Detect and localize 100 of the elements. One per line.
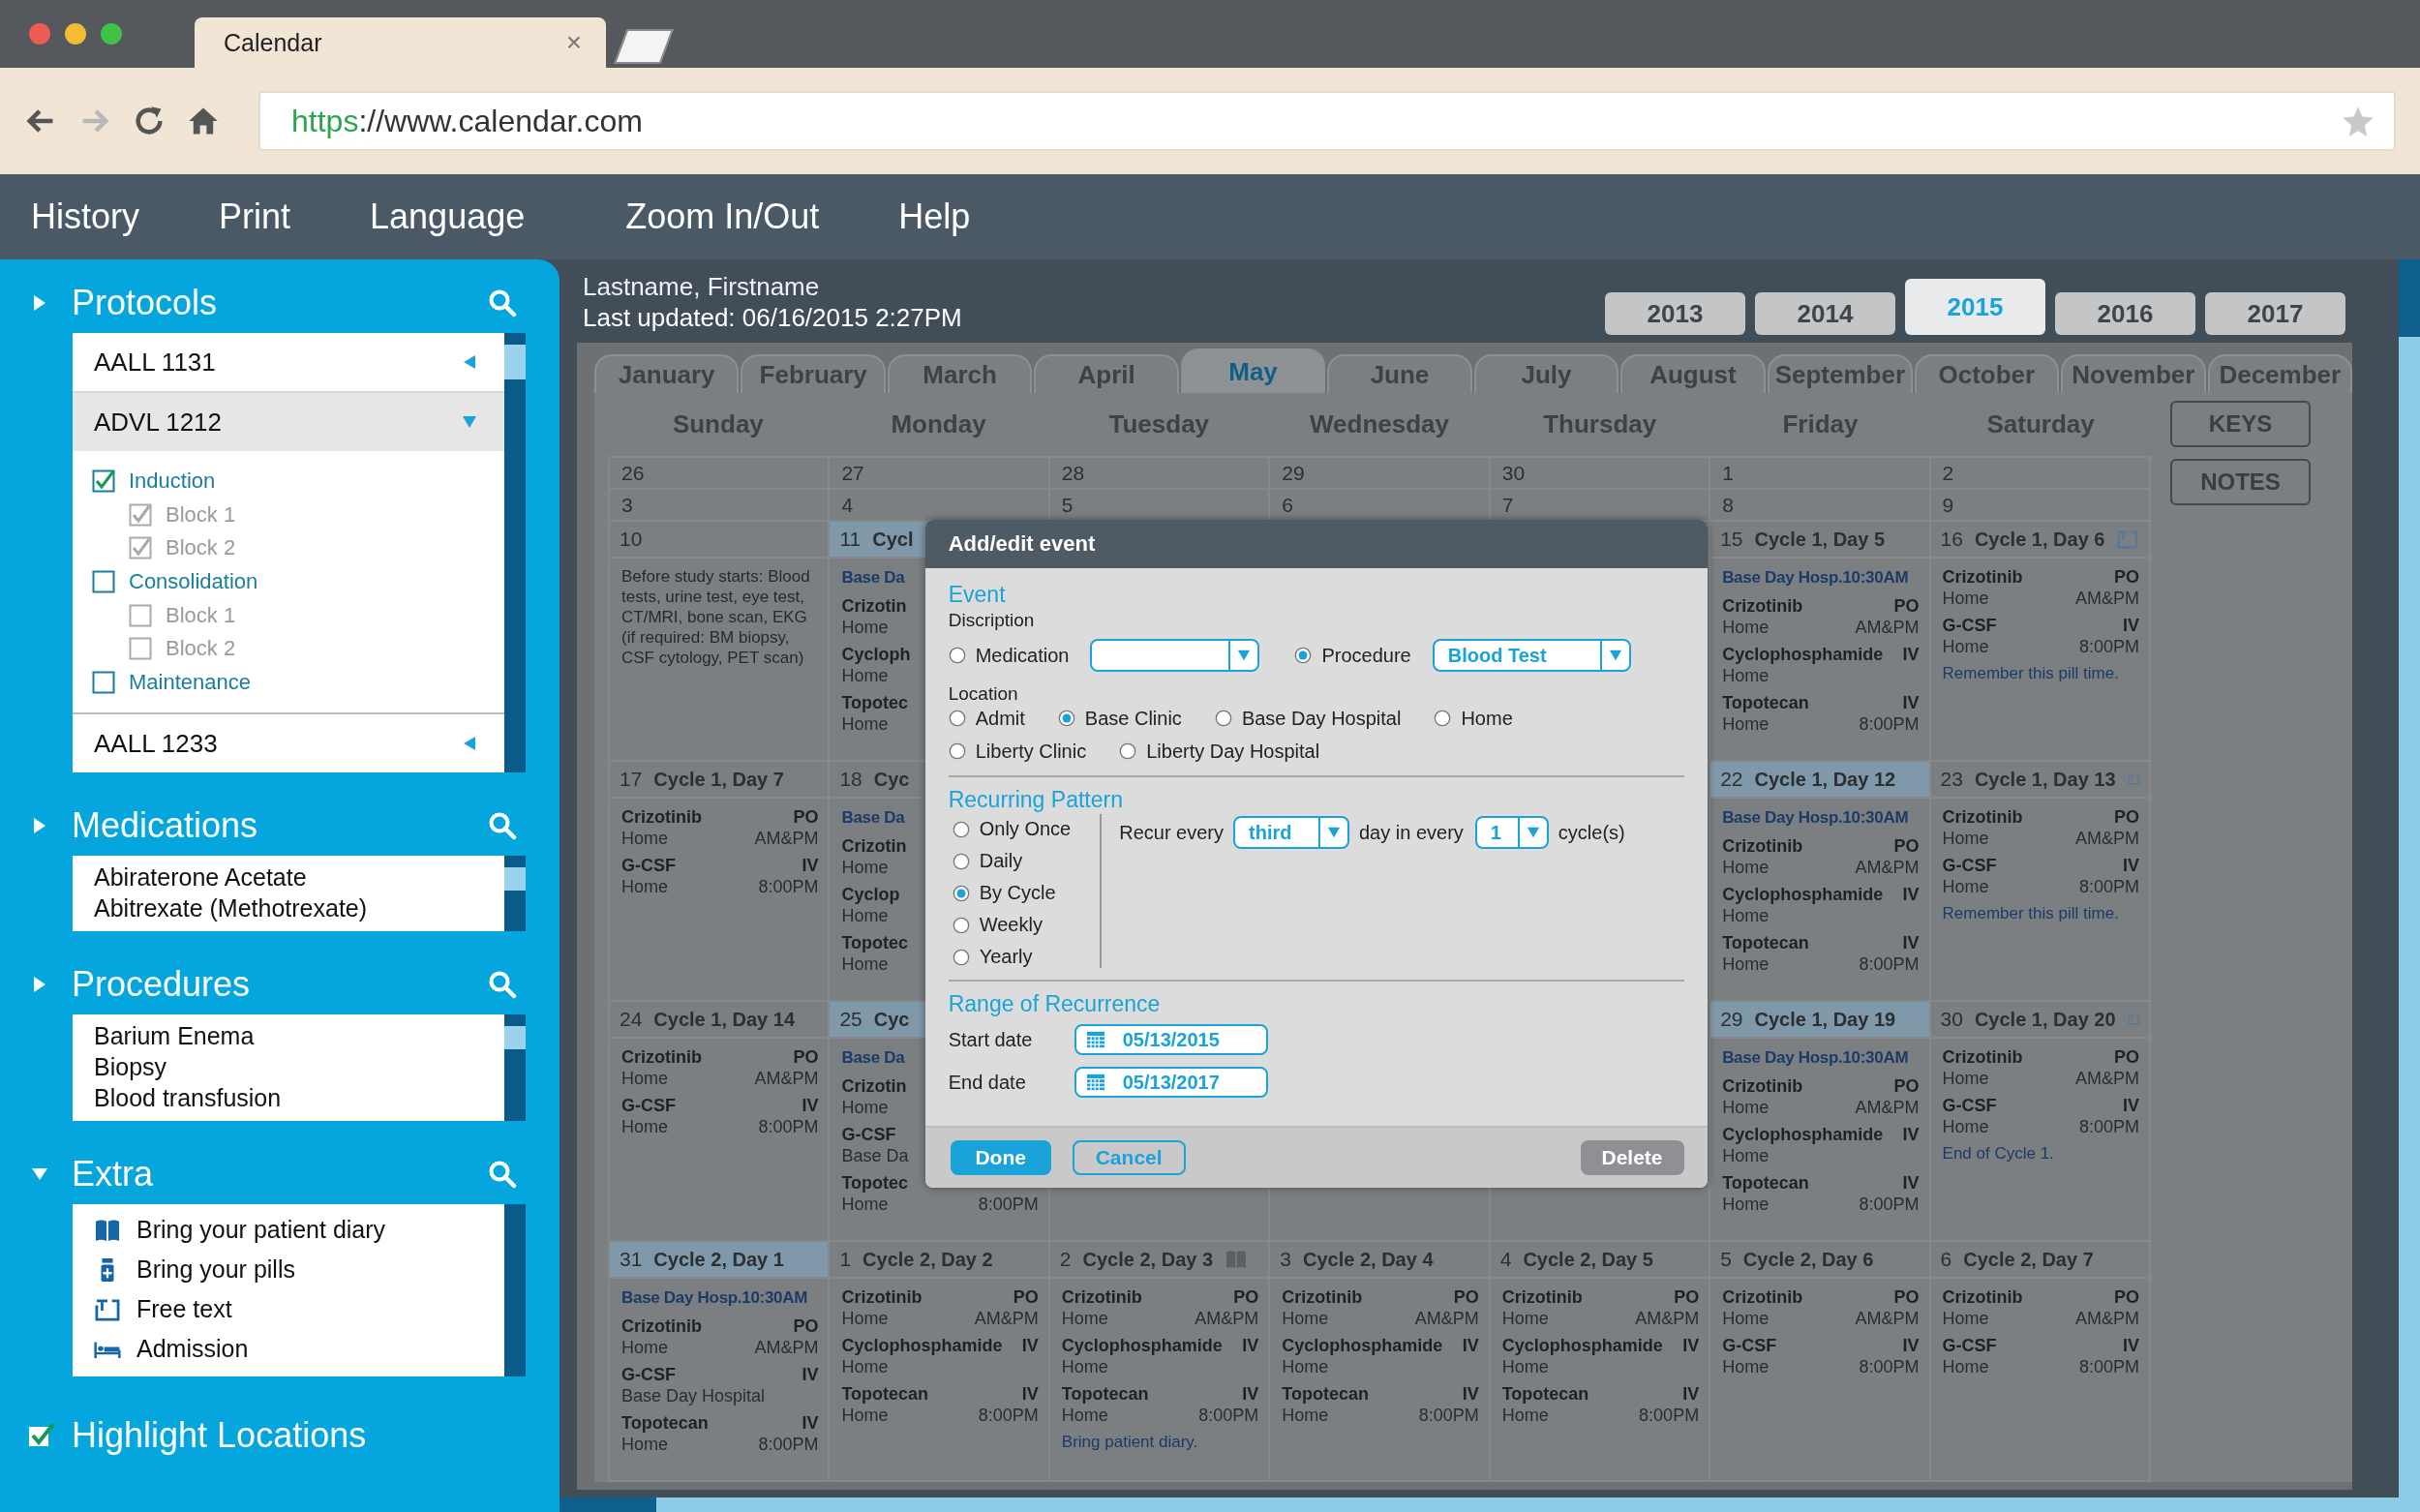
drug-name: G-CSF (1942, 855, 1997, 876)
reminder-text: Bring patient diary. (1061, 1432, 1198, 1453)
date-number: 8 (1722, 493, 1735, 517)
date-number: 6 (1282, 493, 1294, 517)
drug-name: Crizotinib (1722, 1075, 1803, 1097)
drug-name: Cycloph (841, 644, 911, 665)
field-label: Discription (948, 609, 1036, 632)
option-label: Only Once (979, 818, 1072, 840)
option-label: Procedure (1321, 644, 1411, 667)
drug-route: IV (1242, 1383, 1259, 1405)
drug-place: Home (1942, 828, 1989, 849)
option-label: Weekly (979, 914, 1043, 936)
drug-time: AM&PM (754, 1337, 819, 1358)
cycle-label: Cycl (872, 528, 914, 551)
drug-route: IV (802, 855, 819, 876)
drug-place: Home (1501, 1356, 1549, 1377)
drug-route: IV (1242, 1335, 1259, 1356)
drug-place: Home (1942, 1116, 1989, 1137)
date-number: 26 (621, 461, 646, 485)
drug-place: Home (1722, 1097, 1770, 1118)
section-heading: Range of Recurrence (948, 990, 1162, 1018)
appointment-text: Base Day Hosp.10:30AM (1722, 807, 1909, 829)
drug-route: PO (1233, 1286, 1259, 1308)
drug-place: Home (841, 713, 889, 735)
tab-title: Calendar (224, 28, 322, 57)
drug-route: IV (1902, 692, 1920, 713)
drug-place: Home (621, 1116, 668, 1137)
drug-name: Crizotin (841, 835, 907, 857)
date-number: 25 (839, 1008, 862, 1031)
date-number: 5 (1061, 493, 1074, 517)
weekday-label: Saturday (1985, 409, 2096, 439)
drug-route: PO (1893, 595, 1920, 617)
drug-time: 8:00PM (1859, 953, 1920, 975)
section-title: Procedures (72, 964, 252, 1005)
drug-place: Home (1942, 876, 1989, 897)
drug-name: Cyclophosphamide (1061, 1335, 1223, 1356)
cycle-label: Cycle 1, Day 12 (1754, 768, 1896, 791)
drug-name: Cyclophosphamide (1501, 1335, 1663, 1356)
drug-place: Home (1942, 1356, 1989, 1377)
drug-time: 8:00PM (2078, 636, 2139, 657)
drug-time: 8:00PM (2078, 876, 2139, 897)
drug-time: 8:00PM (1198, 1405, 1259, 1426)
appointment-text: Base Day Hosp.10:30AM (1722, 567, 1909, 589)
drug-time: 8:00PM (758, 1434, 819, 1455)
drug-place: Home (1501, 1308, 1549, 1329)
drug-place: Home (841, 905, 889, 926)
date-number: 15 (1720, 528, 1743, 551)
reminder-text: Remember this pill time. (1942, 663, 2119, 684)
date-number: 18 (839, 768, 862, 791)
drug-route: IV (2123, 1095, 2139, 1116)
drug-route: IV (2123, 1335, 2139, 1356)
drug-route: IV (802, 1412, 819, 1434)
drug-place: Home (1282, 1405, 1329, 1426)
date-number: 3 (621, 493, 634, 517)
drug-route: PO (2114, 1046, 2139, 1068)
phase-label: Induction (129, 469, 216, 494)
drug-time: AM&PM (1635, 1308, 1700, 1329)
drug-route: PO (1893, 1075, 1920, 1097)
drug-place: Home (1722, 1356, 1770, 1377)
drug-route: IV (1462, 1335, 1479, 1356)
cycle-label: Cycle 1, Day 14 (653, 1008, 795, 1031)
reminder-text: End of Cycle 1. (1942, 1143, 2054, 1164)
drug-place: Home (1061, 1356, 1108, 1377)
drug-place: Base Da (841, 1145, 909, 1166)
drug-place: Home (841, 1405, 889, 1426)
section-title: Medications (72, 805, 259, 846)
drug-time: 8:00PM (978, 1194, 1039, 1215)
drug-name: Crizotinib (621, 806, 702, 828)
note-text: Before study starts: Blood tests, urine test, eye test, CT/MRI, bone scan, EKG (if required: BM biopsy, CSF cytology, PET scan) (621, 566, 811, 668)
cycle-label: Cyc (873, 1008, 910, 1031)
drug-time: AM&PM (1855, 857, 1920, 878)
drug-name: Crizotinib (1722, 835, 1803, 857)
drug-route: IV (1021, 1383, 1039, 1405)
date-number: 29 (1282, 461, 1306, 485)
drug-name: Crizotinib (1942, 806, 2023, 828)
drug-place: Home (1942, 636, 1989, 657)
section-heading: Recurring Pattern (948, 786, 1124, 814)
drug-place: Home (621, 1434, 668, 1455)
drug-route: PO (1893, 835, 1920, 857)
drug-name: Topotecan (1722, 932, 1809, 953)
drug-route: IV (1902, 932, 1920, 953)
cycle-label: Cycle 1, Day 19 (1754, 1008, 1896, 1031)
checkbox-label: Highlight Locations (72, 1415, 367, 1456)
block-label: Block 1 (166, 502, 236, 528)
drug-name: Crizotinib (621, 1046, 702, 1068)
option-label: Home (1461, 707, 1513, 730)
cycle-label: Cycle 1, Day 13 (1974, 768, 2116, 791)
cycle-label: Cycle 2, Day 1 (653, 1248, 784, 1271)
weekday-label: Monday (890, 409, 987, 439)
drug-time: AM&PM (974, 1308, 1039, 1329)
drug-place: Home (841, 857, 889, 878)
drug-name: Topotec (841, 1172, 909, 1194)
drug-place: Home (621, 828, 668, 849)
drug-place: Home (1722, 953, 1770, 975)
drug-route: IV (1902, 1172, 1920, 1194)
drug-time: AM&PM (2075, 1068, 2139, 1089)
section-title: Protocols (72, 283, 219, 323)
reminder-text: Remember this pill time. (1942, 903, 2119, 924)
date-number: 24 (620, 1008, 643, 1031)
drug-time: 8:00PM (758, 1116, 819, 1137)
